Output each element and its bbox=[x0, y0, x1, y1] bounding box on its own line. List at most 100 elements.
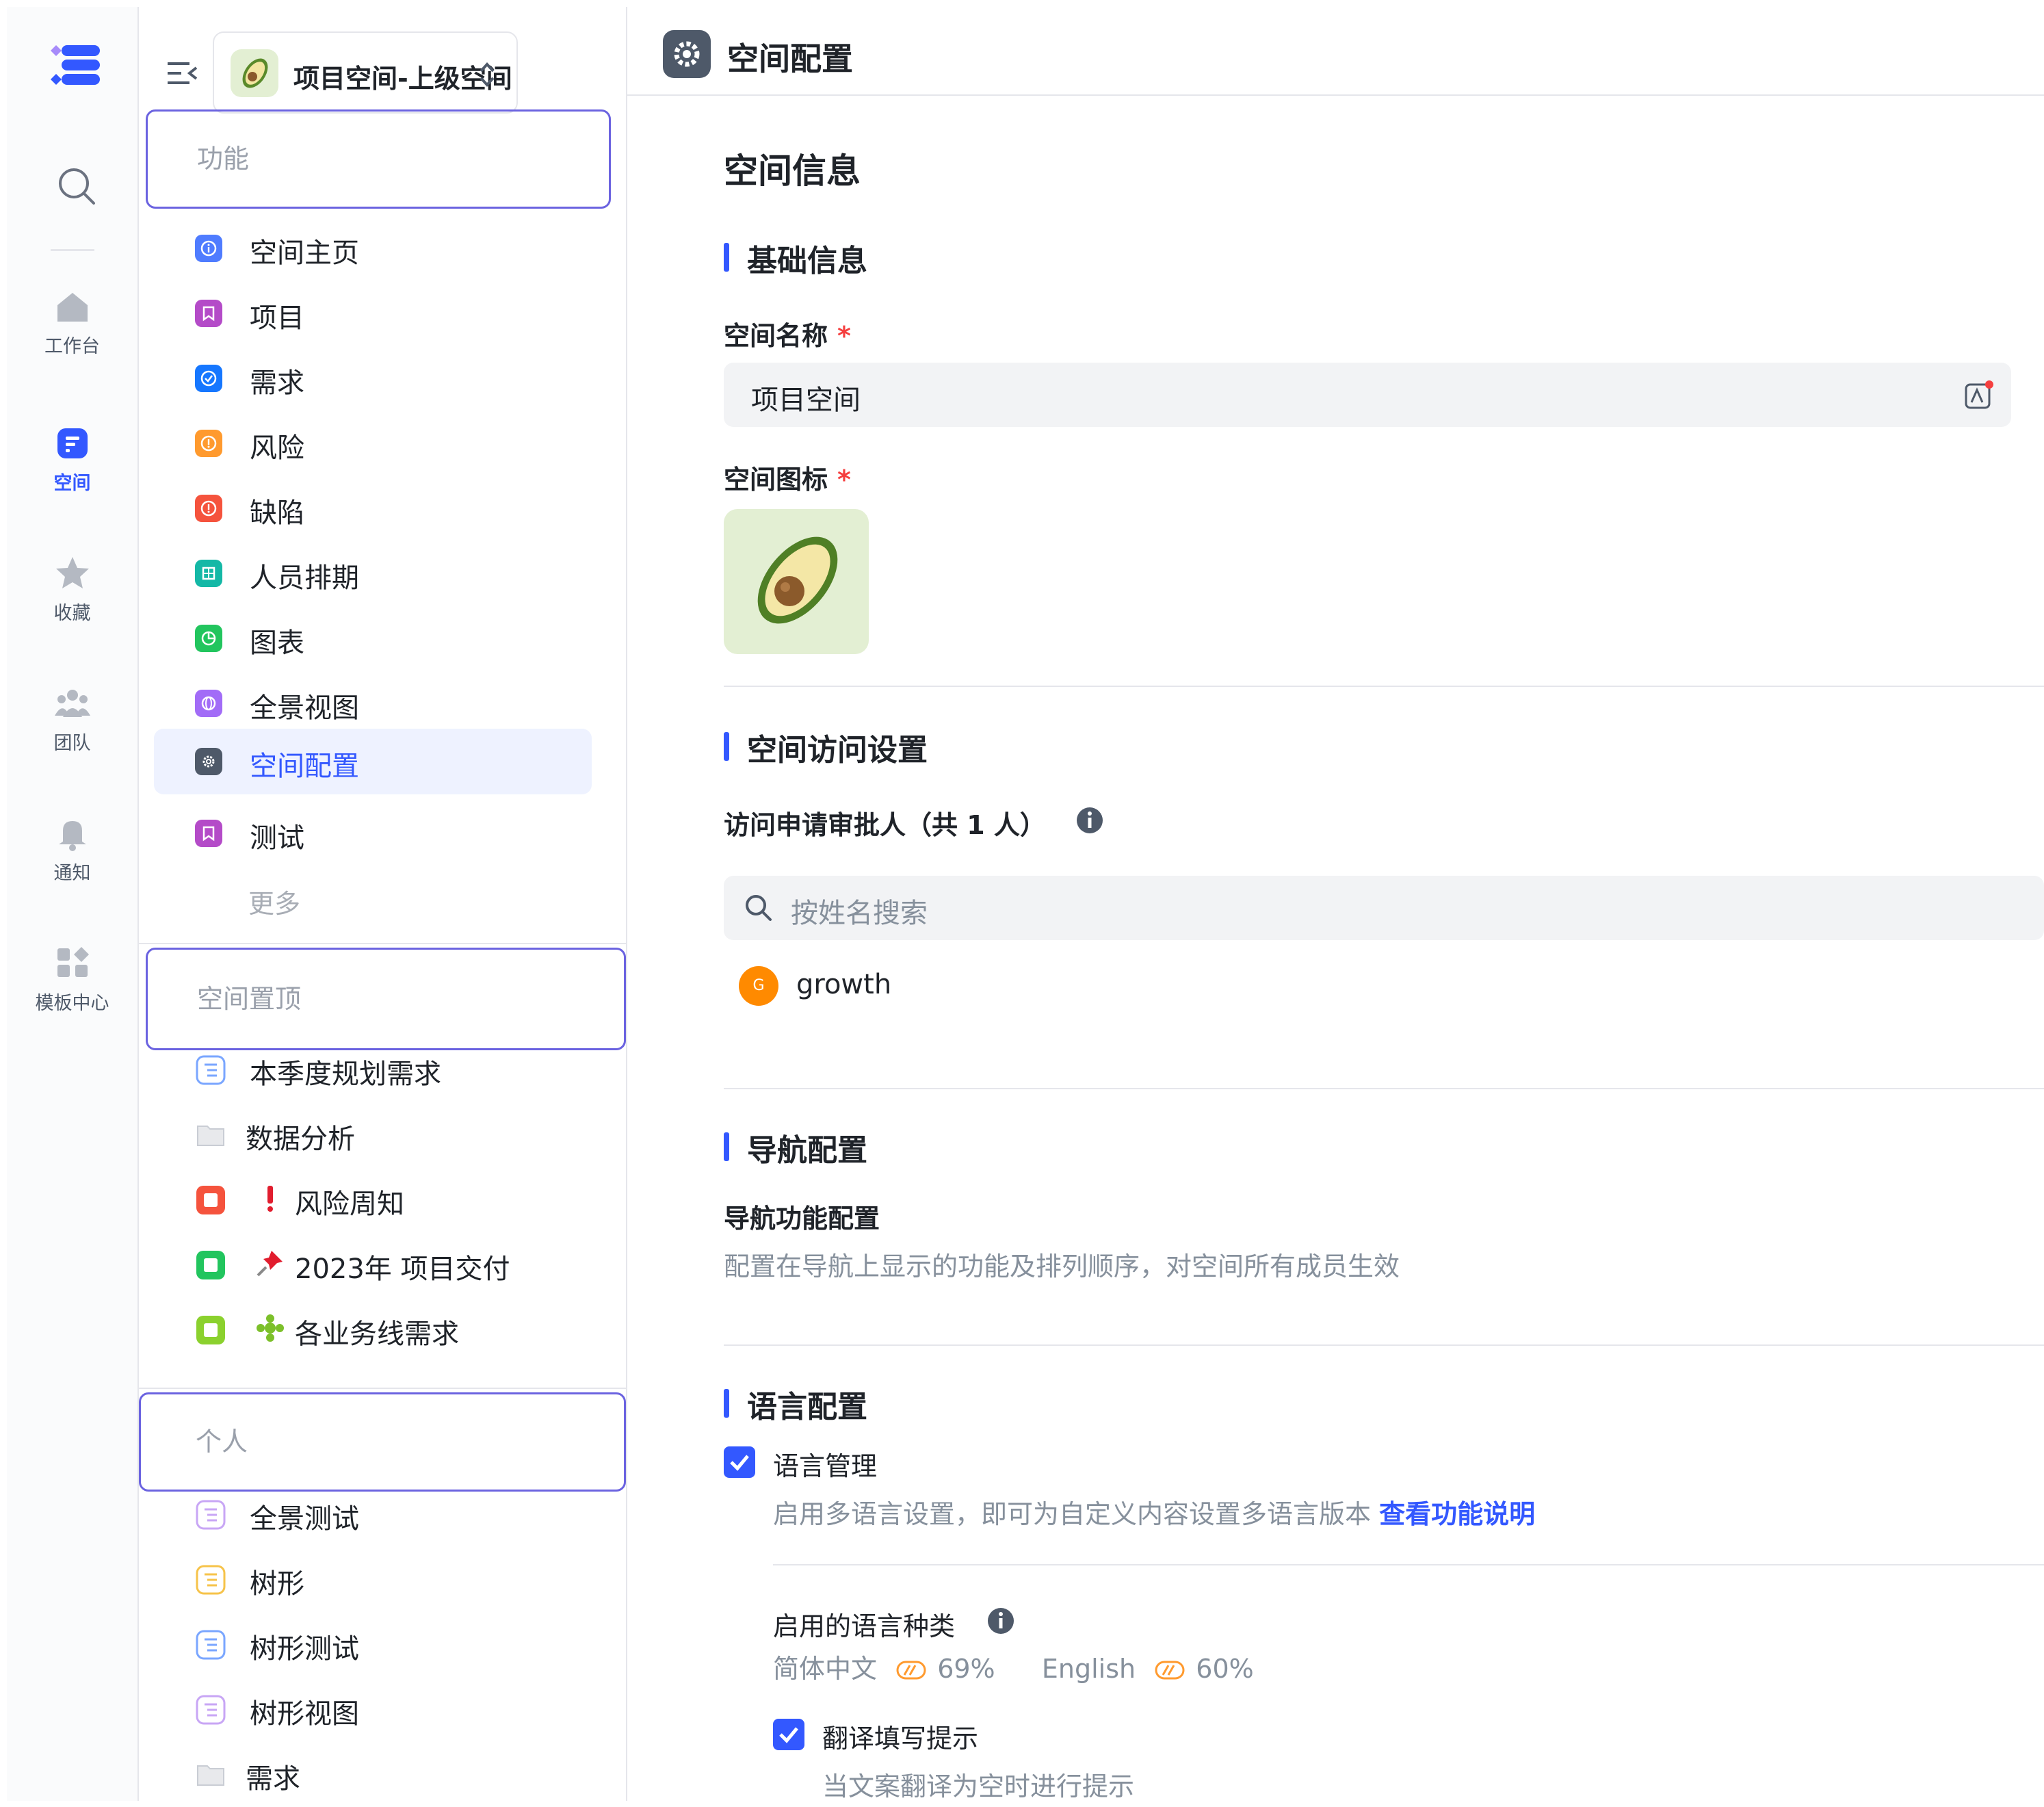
nav-item-label: 空间主页 bbox=[250, 237, 359, 269]
rail-label: 收藏 bbox=[53, 603, 91, 624]
bookmark-icon bbox=[195, 820, 222, 847]
nav-item-space-config[interactable]: 空间配置 bbox=[154, 729, 592, 794]
app-logo-icon[interactable] bbox=[49, 41, 104, 89]
home-icon bbox=[57, 293, 88, 322]
translation-hint-desc: 当文案翻译为空时进行提示 bbox=[822, 1771, 1135, 1802]
space-name-value: 项目空间 bbox=[751, 385, 861, 416]
group-header-personal[interactable]: 个人 bbox=[139, 1392, 626, 1492]
rail-item-notifications[interactable]: 通知 bbox=[7, 814, 137, 885]
nav-config-label: 导航功能配置 bbox=[724, 1204, 880, 1234]
rail-label: 模板中心 bbox=[35, 993, 109, 1014]
check-circle-icon bbox=[195, 365, 222, 392]
personal-item[interactable]: 全景测试 bbox=[154, 1481, 592, 1547]
rail-item-favorites[interactable]: 收藏 bbox=[7, 554, 137, 625]
rail-label: 通知 bbox=[53, 863, 91, 884]
template-icon bbox=[57, 947, 89, 977]
info-icon[interactable] bbox=[986, 1607, 1015, 1635]
personal-item[interactable]: 需求 bbox=[154, 1741, 592, 1807]
list-icon bbox=[196, 1055, 226, 1085]
nav-item-test[interactable]: 测试 bbox=[154, 801, 592, 866]
page-title: 空间信息 bbox=[724, 151, 861, 191]
nav-item-space-home[interactable]: 空间主页 bbox=[154, 216, 592, 281]
space-icon-picker[interactable] bbox=[724, 509, 869, 654]
language-progress: 69% bbox=[937, 1654, 995, 1684]
language-progress: 60% bbox=[1196, 1654, 1254, 1684]
rail-item-space[interactable]: 空间 bbox=[7, 424, 137, 495]
section-title-basic: 基础信息 bbox=[724, 236, 867, 280]
collapse-sidebar-icon[interactable] bbox=[166, 58, 198, 88]
space-avatar bbox=[231, 49, 278, 97]
nav-item-label: 测试 bbox=[250, 822, 304, 854]
red-square-icon bbox=[196, 1186, 225, 1214]
nav-item-panorama[interactable]: 全景视图 bbox=[154, 671, 592, 736]
search-icon bbox=[746, 895, 772, 921]
list-icon bbox=[196, 1565, 226, 1595]
pinned-item[interactable]: 2023年 项目交付 bbox=[154, 1232, 592, 1297]
rail-item-workbench[interactable]: 工作台 bbox=[7, 287, 137, 358]
grid-icon bbox=[195, 560, 222, 587]
group-header-pinned[interactable]: 空间置顶 bbox=[146, 948, 626, 1050]
personal-item[interactable]: 树形视图 bbox=[154, 1676, 592, 1742]
pinned-item[interactable]: 本季度规划需求 bbox=[154, 1037, 592, 1102]
list-icon bbox=[196, 1500, 226, 1530]
rail-label: 空间 bbox=[53, 473, 91, 494]
space-switcher[interactable]: 项目空间-上级空间 bbox=[213, 31, 518, 114]
nav-item-label: 缺陷 bbox=[250, 497, 304, 529]
language-manage-label: 语言管理 bbox=[773, 1451, 878, 1481]
personal-item[interactable]: 树形 bbox=[154, 1546, 592, 1612]
nav-item-label: 风险 bbox=[250, 432, 304, 464]
section-divider bbox=[724, 686, 2044, 687]
rail-item-team[interactable]: 团队 bbox=[7, 684, 137, 755]
nav-item-label: 空间配置 bbox=[250, 751, 359, 782]
nav-item-risk[interactable]: 风险 bbox=[154, 411, 592, 476]
approver-search-input[interactable]: 按姓名搜索 bbox=[724, 876, 2044, 940]
personal-item-label: 需求 bbox=[246, 1763, 300, 1795]
lime-square-icon bbox=[196, 1316, 225, 1344]
translation-progress-icon bbox=[1155, 1661, 1185, 1680]
page-header-title: 空间配置 bbox=[727, 40, 853, 77]
personal-item-label: 树形 bbox=[250, 1568, 304, 1600]
translation-progress-icon bbox=[896, 1661, 926, 1680]
list-icon bbox=[196, 1630, 226, 1660]
nav-item-defects[interactable]: 缺陷 bbox=[154, 476, 592, 541]
avocado-icon bbox=[757, 536, 838, 624]
pinned-item[interactable]: 数据分析 bbox=[154, 1102, 592, 1167]
avocado-icon bbox=[242, 58, 268, 88]
nav-item-label: 图表 bbox=[250, 627, 304, 659]
info-icon[interactable] bbox=[1075, 806, 1104, 835]
alert-circle-icon bbox=[195, 430, 222, 457]
puzzle-icon bbox=[257, 1314, 284, 1342]
avatar: G bbox=[739, 966, 778, 1006]
space-name-field[interactable]: 项目空间 bbox=[724, 363, 2011, 427]
translation-hint-checkbox[interactable] bbox=[773, 1719, 804, 1750]
feature-doc-link[interactable]: 查看功能说明 bbox=[1379, 1499, 1535, 1529]
list-icon bbox=[196, 1695, 226, 1725]
group-header-features[interactable]: 功能 bbox=[146, 109, 611, 209]
nav-item-charts[interactable]: 图表 bbox=[154, 606, 592, 671]
rail-item-templates[interactable]: 模板中心 bbox=[7, 944, 137, 1015]
nav-item-project[interactable]: 项目 bbox=[154, 281, 592, 346]
personal-item-label: 全景测试 bbox=[250, 1503, 359, 1535]
personal-item-label: 树形测试 bbox=[250, 1633, 359, 1665]
nav-item-requirements[interactable]: 需求 bbox=[154, 346, 592, 411]
nav-item-label: 全景视图 bbox=[250, 692, 359, 724]
language-manage-checkbox[interactable] bbox=[724, 1446, 755, 1478]
pinned-item-label: 2023年 项目交付 bbox=[295, 1253, 510, 1285]
folder-icon bbox=[197, 1126, 224, 1146]
check-icon bbox=[730, 1455, 749, 1471]
nav-divider bbox=[139, 1388, 626, 1389]
pinned-item[interactable]: 风险周知 bbox=[154, 1167, 592, 1232]
language-name: 简体中文 bbox=[773, 1654, 878, 1684]
star-icon bbox=[55, 557, 89, 588]
check-icon bbox=[779, 1727, 798, 1743]
pin-icon bbox=[257, 1251, 283, 1277]
nav-more-link[interactable]: 更多 bbox=[248, 883, 300, 920]
language-manage-desc: 启用多语言设置，即可为自定义内容设置多语言版本 查看功能说明 bbox=[773, 1499, 1536, 1529]
group-label: 空间置顶 bbox=[197, 984, 302, 1014]
pinned-item[interactable]: 各业务线需求 bbox=[154, 1297, 592, 1362]
translate-icon[interactable] bbox=[1963, 379, 1995, 411]
nav-item-staff-schedule[interactable]: 人员排期 bbox=[154, 541, 592, 606]
exclamation-icon bbox=[267, 1186, 273, 1212]
search-icon[interactable] bbox=[56, 166, 97, 207]
personal-item[interactable]: 树形测试 bbox=[154, 1611, 592, 1677]
